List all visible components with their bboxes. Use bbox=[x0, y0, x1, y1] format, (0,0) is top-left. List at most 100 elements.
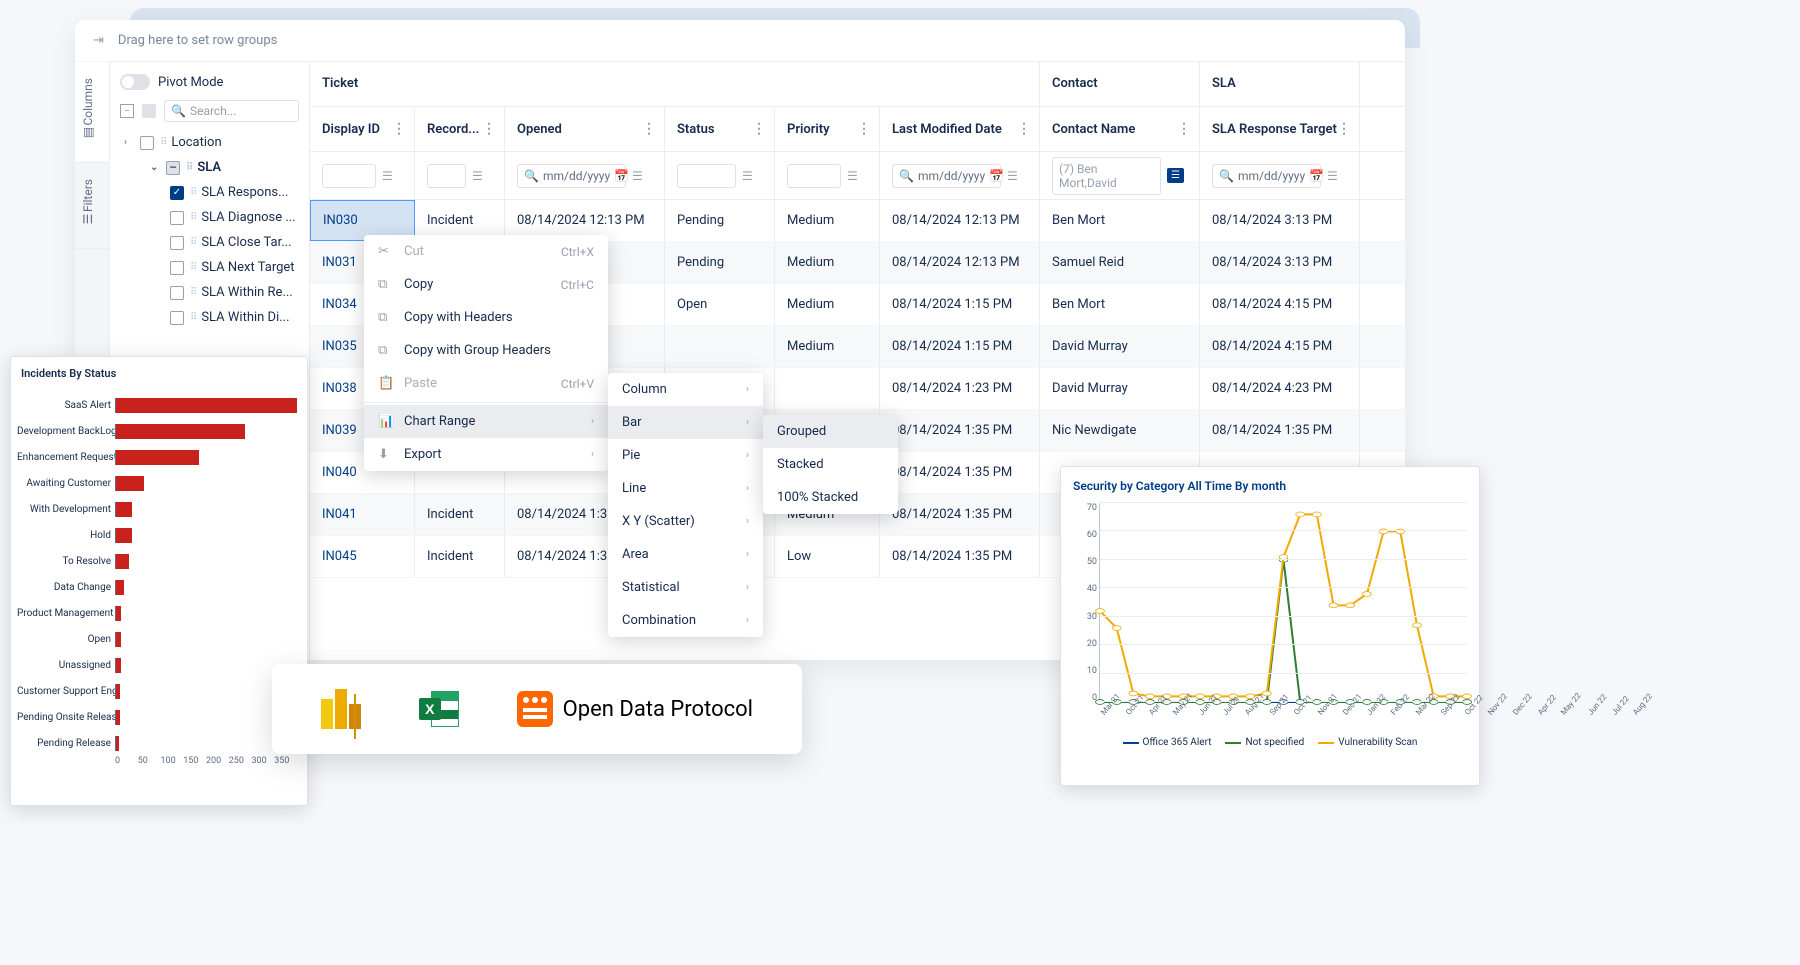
filter-icon[interactable]: ☰ bbox=[472, 169, 483, 183]
filter-input[interactable]: (7) Ben Mort,David bbox=[1052, 157, 1161, 195]
filter-icon[interactable]: ☰ bbox=[1007, 169, 1018, 183]
filter-input[interactable]: 🔍 mm/dd/yyyy📅 bbox=[892, 164, 1001, 188]
bar-row: With Development bbox=[17, 496, 297, 522]
submenu-item[interactable]: Grouped bbox=[763, 415, 898, 448]
pivot-toggle[interactable] bbox=[120, 74, 150, 90]
export-icon: ⬇ bbox=[378, 447, 394, 462]
tree-item[interactable]: ⠿SLA Close Tar... bbox=[120, 230, 299, 255]
bar-row: Open bbox=[17, 626, 297, 652]
col-header[interactable]: Priority⋮ bbox=[775, 107, 880, 151]
column-group-ticket[interactable]: Ticket bbox=[310, 62, 1040, 106]
submenu-item[interactable]: Pie› bbox=[608, 439, 763, 472]
col-header[interactable]: Record...⋮ bbox=[415, 107, 505, 151]
copy-icon: ⧉ bbox=[378, 277, 394, 292]
menu-copy[interactable]: ⧉CopyCtrl+C bbox=[364, 268, 608, 301]
chart-icon: 📊 bbox=[378, 414, 394, 429]
col-header[interactable]: Display ID⋮ bbox=[310, 107, 415, 151]
chart-type-submenu: Column›Bar›Pie›Line›X Y (Scatter)›Area›S… bbox=[608, 373, 763, 637]
chart-title: Security by Category All Time By month bbox=[1073, 479, 1467, 493]
copy-icon: ⧉ bbox=[378, 310, 394, 325]
filter-active-icon[interactable]: ☰ bbox=[1167, 168, 1184, 183]
group-icon: ⇥ bbox=[93, 33, 104, 48]
filter-input[interactable] bbox=[427, 164, 466, 188]
bar-row: Enhancement Request bbox=[17, 444, 297, 470]
select-all-checkbox[interactable] bbox=[142, 104, 156, 118]
tree-item-location[interactable]: ›⠿Location bbox=[120, 130, 299, 155]
submenu-item[interactable]: X Y (Scatter)› bbox=[608, 505, 763, 538]
bar-row: Development BackLog bbox=[17, 418, 297, 444]
submenu-item[interactable]: Line› bbox=[608, 472, 763, 505]
submenu-item[interactable]: Stacked bbox=[763, 448, 898, 481]
filter-icon[interactable]: ☰ bbox=[632, 169, 643, 183]
column-group-contact[interactable]: Contact bbox=[1040, 62, 1200, 106]
tree-item-sla[interactable]: ⌄−⠿SLA bbox=[120, 155, 299, 180]
filter-input[interactable] bbox=[677, 164, 736, 188]
bar-row: Data Change bbox=[17, 574, 297, 600]
incidents-chart-panel: Incidents By Status SaaS AlertDevelopmen… bbox=[10, 356, 308, 806]
excel-logo: X bbox=[419, 689, 459, 729]
submenu-item[interactable]: Area› bbox=[608, 538, 763, 571]
submenu-item[interactable]: Statistical› bbox=[608, 571, 763, 604]
col-header[interactable]: Last Modified Date⋮ bbox=[880, 107, 1040, 151]
filter-input[interactable]: 🔍 mm/dd/yyyy📅 bbox=[517, 164, 626, 188]
filter-input[interactable]: 🔍 mm/dd/yyyy📅 bbox=[1212, 164, 1321, 188]
integration-logos-panel: X Open Data Protocol bbox=[272, 664, 802, 754]
grouping-placeholder: Drag here to set row groups bbox=[118, 33, 277, 48]
odata-logo: Open Data Protocol bbox=[517, 691, 753, 727]
filter-input[interactable] bbox=[787, 164, 841, 188]
context-menu: ✂CutCtrl+X ⧉CopyCtrl+C ⧉Copy with Header… bbox=[364, 235, 608, 471]
col-header[interactable]: Status⋮ bbox=[665, 107, 775, 151]
column-group-sla[interactable]: SLA bbox=[1200, 62, 1360, 106]
menu-chart-range[interactable]: 📊Chart Range› bbox=[364, 405, 608, 438]
bar-row: Awaiting Customer bbox=[17, 470, 297, 496]
col-header[interactable]: SLA Response Target⋮ bbox=[1200, 107, 1360, 151]
menu-paste[interactable]: 📋PasteCtrl+V bbox=[364, 367, 608, 400]
menu-cut[interactable]: ✂CutCtrl+X bbox=[364, 235, 608, 268]
bar-type-submenu: GroupedStacked100% Stacked bbox=[763, 415, 898, 514]
filter-icon[interactable]: ☰ bbox=[742, 169, 753, 183]
pivot-label: Pivot Mode bbox=[158, 75, 223, 90]
powerbi-logo bbox=[321, 689, 361, 729]
columns-tab[interactable]: ▤Columns bbox=[75, 62, 109, 163]
paste-icon: 📋 bbox=[378, 376, 394, 391]
collapse-all-button[interactable]: − bbox=[120, 104, 134, 118]
submenu-item[interactable]: Bar› bbox=[608, 406, 763, 439]
chart-title: Incidents By Status bbox=[17, 367, 297, 380]
bar-row: Unassigned bbox=[17, 652, 297, 678]
tree-item[interactable]: ⠿SLA Within Re... bbox=[120, 280, 299, 305]
columns-icon: ▤ bbox=[81, 126, 95, 140]
chart-legend: Office 365 Alert Not specified Vulnerabi… bbox=[1073, 737, 1467, 748]
security-chart-panel: Security by Category All Time By month 7… bbox=[1060, 466, 1480, 786]
col-header[interactable]: Opened⋮ bbox=[505, 107, 665, 151]
col-header[interactable]: Contact Name⋮ bbox=[1040, 107, 1200, 151]
bar-row: Pending Onsite Release bbox=[17, 704, 297, 730]
search-icon: 🔍 bbox=[171, 104, 186, 118]
submenu-item[interactable]: Column› bbox=[608, 373, 763, 406]
tree-item[interactable]: ⠿SLA Diagnose ... bbox=[120, 205, 299, 230]
pivot-mode-row: Pivot Mode bbox=[120, 74, 299, 90]
copy-icon: ⧉ bbox=[378, 343, 394, 358]
tree-item[interactable]: ⠿SLA Next Target bbox=[120, 255, 299, 280]
cut-icon: ✂ bbox=[378, 244, 394, 259]
filters-icon: ☰ bbox=[81, 212, 95, 226]
column-search-input[interactable]: 🔍Search... bbox=[164, 100, 299, 122]
filter-icon[interactable]: ☰ bbox=[382, 169, 393, 183]
menu-export[interactable]: ⬇Export› bbox=[364, 438, 608, 471]
submenu-item[interactable]: 100% Stacked bbox=[763, 481, 898, 514]
bar-row: To Resolve bbox=[17, 548, 297, 574]
tree-item[interactable]: ⠿SLA Within Di... bbox=[120, 305, 299, 330]
bar-row: Pending Release bbox=[17, 730, 297, 756]
bar-row: Customer Support Engineer bbox=[17, 678, 297, 704]
column-tree: ›⠿Location ⌄−⠿SLA ✓⠿SLA Respons... ⠿SLA … bbox=[120, 130, 299, 330]
menu-copy-headers[interactable]: ⧉Copy with Headers bbox=[364, 301, 608, 334]
bar-row: Product Management bbox=[17, 600, 297, 626]
grouping-bar[interactable]: ⇥ Drag here to set row groups bbox=[75, 20, 1405, 62]
submenu-item[interactable]: Combination› bbox=[608, 604, 763, 637]
tree-item[interactable]: ✓⠿SLA Respons... bbox=[120, 180, 299, 205]
bar-row: Hold bbox=[17, 522, 297, 548]
filter-icon[interactable]: ☰ bbox=[1327, 169, 1338, 183]
filter-input[interactable] bbox=[322, 164, 376, 188]
filter-icon[interactable]: ☰ bbox=[847, 169, 858, 183]
filters-tab[interactable]: ☰Filters bbox=[75, 163, 109, 249]
menu-copy-group[interactable]: ⧉Copy with Group Headers bbox=[364, 334, 608, 367]
